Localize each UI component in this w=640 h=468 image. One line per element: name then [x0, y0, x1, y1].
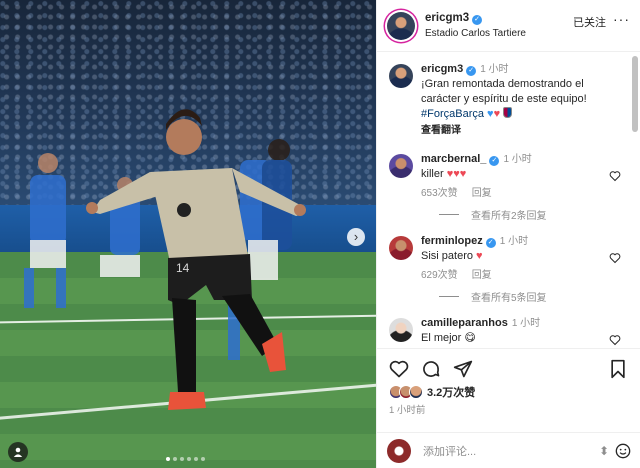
commenter-avatar[interactable] — [389, 318, 413, 342]
share-paper-plane-icon[interactable] — [453, 359, 473, 379]
like-comment-heart-icon[interactable] — [609, 334, 621, 346]
caption-text: ¡Gran remontada demostrando el carácter … — [421, 78, 587, 105]
view-replies-label: 查看所有2条回复 — [471, 211, 547, 222]
verified-badge-icon: ✓ — [489, 156, 500, 166]
more-options-icon[interactable]: ··· — [613, 11, 630, 27]
comment-likes[interactable]: 653次赞 — [421, 188, 458, 199]
commenter-avatar[interactable] — [389, 154, 413, 178]
user-icon — [13, 447, 23, 457]
like-comment-heart-icon[interactable] — [609, 252, 621, 264]
verified-badge-icon: ✓ — [466, 66, 477, 76]
caption-hashtag[interactable]: #ForçaBarça — [421, 108, 484, 120]
comment-icon[interactable] — [421, 359, 441, 379]
tagged-users-button[interactable] — [8, 442, 28, 462]
likes-summary[interactable]: 3.2万次赞 — [389, 384, 475, 400]
commenter-username[interactable]: ferminlopez — [421, 235, 483, 247]
comment: camilleparanhos 1 小时 El mejor 😋 — [389, 316, 621, 346]
caption-avatar[interactable] — [389, 64, 413, 88]
slide-dot — [194, 457, 198, 461]
poster-avatar[interactable] — [387, 11, 415, 40]
post-location[interactable]: Estadio Carlos Tartiere — [425, 26, 526, 41]
following-button[interactable]: 已关注 — [573, 14, 606, 30]
comment-time: 1 小时 — [511, 318, 541, 329]
comment-likes[interactable]: 629次赞 — [421, 270, 458, 281]
current-user-avatar — [387, 438, 411, 463]
poster-username[interactable]: ericgm3 — [425, 12, 469, 24]
post-actions — [377, 348, 640, 388]
add-comment-bar: 添加评论... ⬍ — [377, 432, 640, 468]
slide-indicator — [166, 457, 205, 461]
comment-text: El mejor — [421, 332, 462, 344]
add-comment-input[interactable]: 添加评论... — [423, 443, 599, 459]
comment-text: killer — [421, 168, 444, 180]
caption-username[interactable]: ericgm3 — [421, 63, 463, 75]
verified-badge-icon: ✓ — [485, 238, 496, 248]
reply-button[interactable]: 回复 — [472, 188, 492, 199]
comments-scrollbar[interactable] — [632, 56, 638, 342]
svg-text:14: 14 — [176, 261, 190, 275]
scrollbar-thumb[interactable] — [632, 56, 638, 132]
post-details-panel: ericgm3 ✓ Estadio Carlos Tartiere 已关注 ···… — [376, 0, 640, 468]
caption-time: 1 小时 — [480, 64, 509, 75]
slide-dot — [173, 457, 177, 461]
smiley-emoji-icon[interactable] — [615, 443, 631, 459]
caption: ericgm3 ✓ 1 小时 ¡Gran remontada demostrando… — [389, 62, 619, 138]
liker-avatar — [409, 385, 423, 399]
fc-barcelona-emoji-icon — [503, 107, 513, 118]
like-heart-icon[interactable] — [389, 359, 409, 379]
commenter-username[interactable]: marcbernal_ — [421, 153, 486, 165]
comment-time: 1 小时 — [503, 154, 532, 165]
likes-count[interactable]: 3.2万次赞 — [427, 384, 475, 400]
emoji-picker-icon[interactable]: ⬍ — [599, 444, 609, 458]
commenter-avatar[interactable] — [389, 236, 413, 260]
commenter-username[interactable]: camilleparanhos — [421, 317, 508, 329]
red-heart-icon: ♥ — [476, 250, 483, 262]
view-replies-button[interactable]: 查看所有5条回复 — [439, 289, 619, 304]
save-bookmark-icon[interactable] — [609, 359, 627, 379]
slide-dot — [180, 457, 184, 461]
post-header: ericgm3 ✓ Estadio Carlos Tartiere 已关注 ··· — [377, 0, 640, 52]
comment: ferminlopez ✓ 1 小时 Sisi patero ♥ 629次赞 回复 — [389, 234, 621, 283]
poster-info: ericgm3 ✓ Estadio Carlos Tartiere — [425, 11, 526, 41]
red-heart-icon: ♥ — [493, 108, 501, 120]
see-translation-link[interactable]: 查看翻译 — [421, 123, 619, 138]
comment: marcbernal_ ✓ 1 小时 killer ♥♥♥ 653次赞 回复 — [389, 152, 621, 201]
view-replies-label: 查看所有5条回复 — [471, 293, 547, 304]
view-replies-button[interactable]: 查看所有2条回复 — [439, 207, 619, 222]
slide-dot — [201, 457, 205, 461]
reply-button[interactable]: 回复 — [472, 270, 492, 281]
next-slide-button[interactable]: › — [347, 228, 365, 246]
slide-dot-active — [166, 457, 170, 461]
like-comment-heart-icon[interactable] — [609, 170, 621, 182]
face-emoji-icon: 😋 — [464, 332, 476, 344]
post-photo[interactable]: 14 › — [0, 0, 376, 468]
post-time: 1 小时前 — [389, 405, 426, 416]
comment-time: 1 小时 — [499, 236, 529, 247]
red-heart-icon: ♥ — [459, 168, 467, 180]
comment-text: Sisi patero — [421, 250, 473, 262]
verified-badge-icon: ✓ — [472, 14, 483, 25]
comments-list[interactable]: ericgm3 ✓ 1 小时 ¡Gran remontada demostrando… — [377, 52, 629, 348]
slide-dot — [187, 457, 191, 461]
players-illustration: 14 — [24, 109, 306, 410]
